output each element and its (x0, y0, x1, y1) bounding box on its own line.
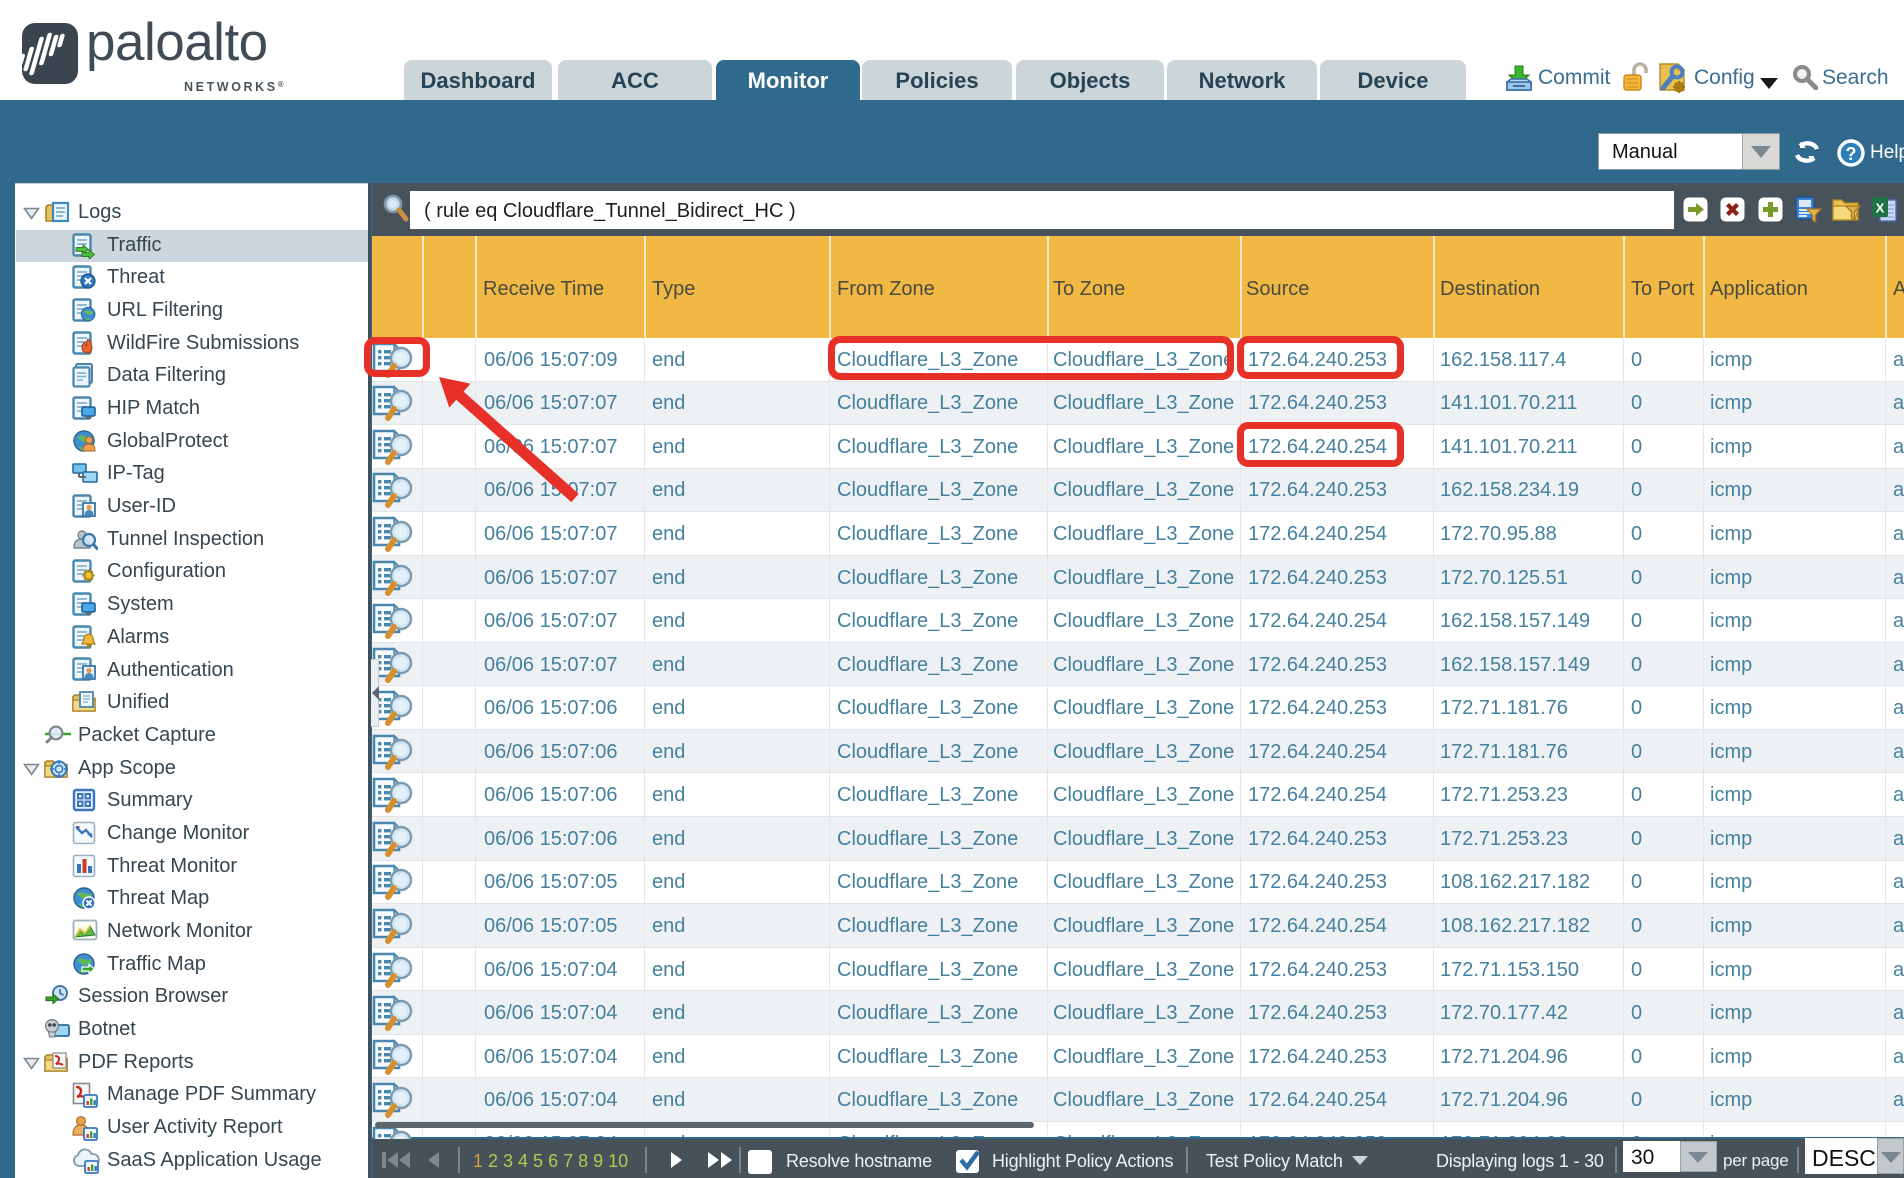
svg-text:X: X (1876, 201, 1885, 216)
svg-text:?: ? (1846, 144, 1857, 164)
